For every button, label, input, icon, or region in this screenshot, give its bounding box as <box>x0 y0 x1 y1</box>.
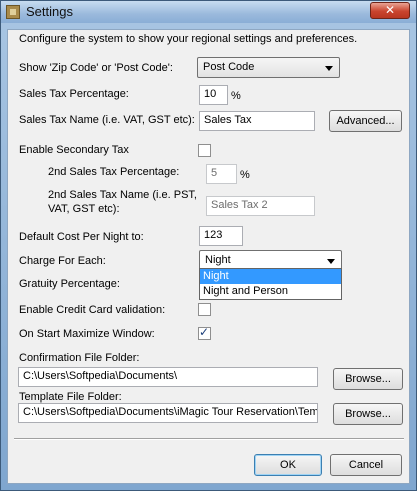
zip-label: Show 'Zip Code' or 'Post Code': <box>19 62 173 74</box>
cancel-button[interactable]: Cancel <box>330 454 402 476</box>
confirmation-folder-label: Confirmation File Folder: <box>19 352 140 364</box>
second-tax-name-label-line1: 2nd Sales Tax Name (i.e. PST, <box>48 189 197 201</box>
footer-separator <box>14 438 404 440</box>
second-tax-pct-input[interactable]: 5 <box>206 164 237 184</box>
credit-card-label: Enable Credit Card validation: <box>19 304 166 316</box>
charge-for-dropdown-list: Night Night and Person <box>199 268 342 300</box>
sales-tax-pct-unit: % <box>231 90 241 102</box>
default-cost-label: Default Cost Per Night to: <box>19 231 144 243</box>
zip-select-value: Post Code <box>203 61 255 73</box>
settings-panel: Configure the system to show your region… <box>7 29 410 484</box>
charge-for-select-value: Night <box>205 254 231 266</box>
second-tax-pct-unit: % <box>240 169 250 181</box>
maximize-label: On Start Maximize Window: <box>19 328 155 340</box>
zip-select[interactable]: Post Code <box>197 57 340 78</box>
template-folder-label: Template File Folder: <box>19 391 122 403</box>
secondary-tax-checkbox[interactable] <box>198 144 211 157</box>
default-cost-input[interactable]: 123 <box>199 226 243 246</box>
sales-tax-pct-label: Sales Tax Percentage: <box>19 88 129 100</box>
title-bar[interactable]: Settings ✕ <box>1 1 416 23</box>
secondary-tax-label: Enable Secondary Tax <box>19 144 129 156</box>
intro-text: Configure the system to show your region… <box>19 33 358 45</box>
maximize-checkbox[interactable] <box>198 325 211 340</box>
second-tax-pct-label: 2nd Sales Tax Percentage: <box>48 166 180 178</box>
app-icon <box>6 5 20 19</box>
dropdown-option-night[interactable]: Night <box>200 269 341 284</box>
window-title: Settings <box>26 4 73 19</box>
credit-card-checkbox[interactable] <box>198 303 211 316</box>
dropdown-option-night-and-person[interactable]: Night and Person <box>200 284 341 299</box>
gratuity-label: Gratuity Percentage: <box>19 278 120 290</box>
template-browse-button[interactable]: Browse... <box>333 403 403 425</box>
ok-button[interactable]: OK <box>254 454 322 476</box>
second-tax-name-input[interactable]: Sales Tax 2 <box>206 196 315 216</box>
second-tax-name-label-line2: VAT, GST etc): <box>48 203 120 215</box>
settings-window: Settings ✕ Configure the system to show … <box>0 0 417 491</box>
advanced-button[interactable]: Advanced... <box>329 110 402 132</box>
confirmation-browse-button[interactable]: Browse... <box>333 368 403 390</box>
chevron-down-icon <box>327 259 335 264</box>
sales-tax-pct-input[interactable]: 10 <box>199 85 228 105</box>
chevron-down-icon <box>325 66 333 71</box>
sales-tax-name-input[interactable]: Sales Tax <box>199 111 315 131</box>
close-button[interactable]: ✕ <box>370 2 410 19</box>
confirmation-folder-input[interactable]: C:\Users\Softpedia\Documents\ <box>18 367 318 387</box>
charge-for-label: Charge For Each: <box>19 255 106 267</box>
sales-tax-name-label: Sales Tax Name (i.e. VAT, GST etc): <box>19 114 195 126</box>
template-folder-input[interactable]: C:\Users\Softpedia\Documents\iMagic Tour… <box>18 403 318 423</box>
